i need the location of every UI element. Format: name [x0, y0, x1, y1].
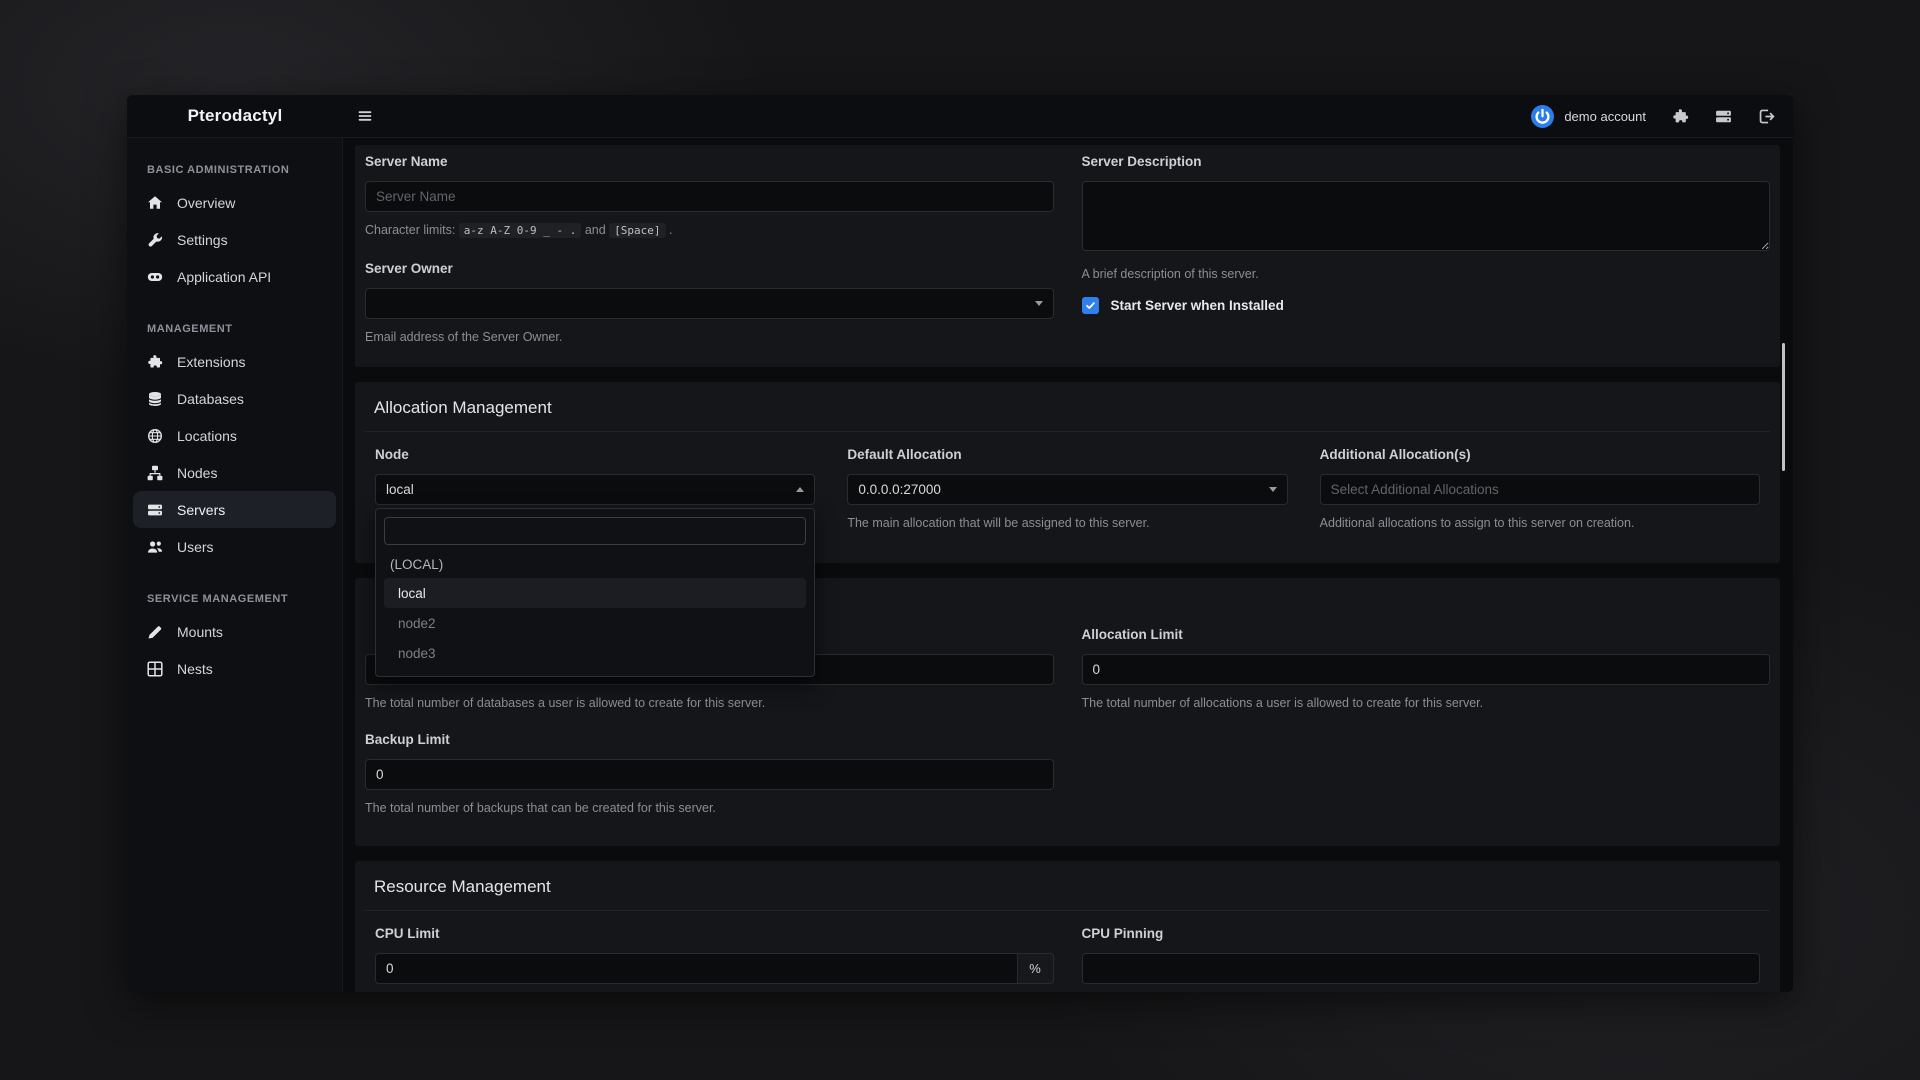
chevron-up-icon	[796, 487, 804, 492]
database-icon	[147, 391, 163, 407]
sidebar-item-locations[interactable]: Locations	[127, 417, 342, 454]
wrench-icon	[147, 232, 163, 248]
node-dropdown-group-label: (LOCAL)	[384, 545, 806, 578]
server-owner-label: Server Owner	[365, 260, 1054, 278]
sidebar-item-label: Users	[177, 539, 214, 555]
server-name-help: Character limits: a-z A-Z 0-9 _ - . and …	[365, 221, 1054, 240]
main-content: Server Name Character limits: a-z A-Z 0-…	[343, 138, 1793, 992]
server-description-textarea[interactable]	[1082, 181, 1771, 251]
sidebar-item-databases[interactable]: Databases	[127, 380, 342, 417]
backup-limit-input[interactable]	[365, 759, 1054, 790]
allocation-limit-label: Allocation Limit	[1082, 626, 1771, 644]
additional-allocations-input[interactable]	[1320, 474, 1760, 505]
backup-limit-label: Backup Limit	[365, 731, 1054, 749]
sidebar-item-extensions[interactable]: Extensions	[127, 343, 342, 380]
sidebar-item-label: Locations	[177, 428, 237, 444]
default-allocation-select[interactable]: 0.0.0.0:27000	[847, 474, 1287, 505]
api-mask-icon	[147, 269, 163, 285]
sidebar-item-nests[interactable]: Nests	[127, 650, 342, 687]
puzzle-icon	[147, 354, 163, 370]
chevron-down-icon	[1269, 487, 1277, 492]
sidebar-item-label: Nests	[177, 661, 213, 677]
nav-section-title: MANAGEMENT	[127, 313, 342, 343]
default-allocation-label: Default Allocation	[847, 446, 1287, 464]
start-when-installed-label: Start Server when Installed	[1111, 298, 1284, 313]
nav-section-title: BASIC ADMINISTRATION	[127, 154, 342, 184]
sidebar-item-mounts[interactable]: Mounts	[127, 613, 342, 650]
grid-icon	[147, 661, 163, 677]
resource-management-title: Resource Management	[365, 861, 1770, 911]
allocation-limit-input[interactable]	[1082, 654, 1771, 685]
cpu-pinning-label: CPU Pinning	[1082, 925, 1761, 943]
sidebar-item-users[interactable]: Users	[127, 528, 342, 565]
database-limit-help: The total number of databases a user is …	[365, 694, 1054, 713]
cpu-limit-label: CPU Limit	[375, 925, 1054, 943]
server-description-label: Server Description	[1082, 153, 1771, 171]
topbar: Pterodactyl demo account	[127, 95, 1793, 138]
node-dropdown: (LOCAL) local node2 node3	[375, 508, 815, 677]
cpu-limit-suffix: %	[1018, 953, 1054, 984]
sidebar-item-label: Overview	[177, 195, 235, 211]
extensions-icon[interactable]	[1672, 108, 1689, 125]
allocation-management-title: Allocation Management	[365, 382, 1770, 432]
brand-logo[interactable]: Pterodactyl	[127, 106, 343, 126]
server-owner-select[interactable]	[365, 288, 1054, 319]
pen-icon	[147, 624, 163, 640]
server-name-label: Server Name	[365, 153, 1054, 171]
server-description-help: A brief description of this server.	[1082, 265, 1771, 284]
node-option-local[interactable]: local	[384, 578, 806, 608]
app-window: Pterodactyl demo account	[127, 95, 1793, 992]
sidebar-toggle-button[interactable]	[357, 108, 373, 124]
chevron-down-icon	[1035, 301, 1043, 306]
sidebar-item-settings[interactable]: Settings	[127, 221, 342, 258]
start-when-installed-row[interactable]: Start Server when Installed	[1082, 297, 1771, 318]
allocation-management-card: Allocation Management Node local (LOCAL)…	[355, 382, 1780, 563]
nav-section-title: SERVICE MANAGEMENT	[127, 583, 342, 613]
resource-management-card: Resource Management CPU Limit % If you d…	[355, 861, 1780, 992]
node-option-node2[interactable]: node2	[384, 608, 806, 638]
hamburger-icon	[357, 108, 373, 124]
server-name-input[interactable]	[365, 181, 1054, 212]
sidebar: BASIC ADMINISTRATION Overview Settings A…	[127, 138, 343, 992]
globe-icon	[147, 428, 163, 444]
sidebar-item-label: Application API	[177, 269, 271, 285]
cpu-limit-input[interactable]	[375, 953, 1018, 984]
user-account-link[interactable]: demo account	[1564, 109, 1646, 124]
logout-icon[interactable]	[1758, 108, 1775, 125]
server-icon	[147, 502, 163, 518]
sidebar-item-overview[interactable]: Overview	[127, 184, 342, 221]
checked-checkbox-icon[interactable]	[1082, 297, 1099, 314]
sidebar-item-label: Extensions	[177, 354, 245, 370]
home-icon	[147, 195, 163, 211]
sidebar-item-nodes[interactable]: Nodes	[127, 454, 342, 491]
sidebar-item-servers[interactable]: Servers	[133, 491, 336, 528]
sidebar-item-label: Servers	[177, 502, 225, 518]
sidebar-item-label: Settings	[177, 232, 228, 248]
additional-allocations-help: Additional allocations to assign to this…	[1320, 514, 1760, 533]
node-label: Node	[375, 446, 815, 464]
sitemap-icon	[147, 465, 163, 481]
default-allocation-help: The main allocation that will be assigne…	[847, 514, 1287, 533]
server-owner-help: Email address of the Server Owner.	[365, 328, 1054, 347]
cpu-pinning-input[interactable]	[1082, 953, 1761, 984]
power-status-icon[interactable]	[1531, 105, 1554, 128]
servers-list-icon[interactable]	[1715, 108, 1732, 125]
users-icon	[147, 539, 163, 555]
sidebar-item-label: Nodes	[177, 465, 217, 481]
backup-limit-help: The total number of backups that can be …	[365, 799, 1054, 818]
topbar-right: demo account	[1531, 105, 1793, 128]
server-details-card: Server Name Character limits: a-z A-Z 0-…	[355, 145, 1780, 367]
scrollbar-thumb[interactable]	[1782, 343, 1785, 471]
node-select[interactable]: local	[375, 474, 815, 505]
sidebar-item-application-api[interactable]: Application API	[127, 258, 342, 295]
node-option-node3[interactable]: node3	[384, 638, 806, 668]
sidebar-item-label: Mounts	[177, 624, 223, 640]
sidebar-item-label: Databases	[177, 391, 244, 407]
node-search-input[interactable]	[384, 517, 806, 545]
additional-allocations-label: Additional Allocation(s)	[1320, 446, 1760, 464]
allocation-limit-help: The total number of allocations a user i…	[1082, 694, 1771, 713]
